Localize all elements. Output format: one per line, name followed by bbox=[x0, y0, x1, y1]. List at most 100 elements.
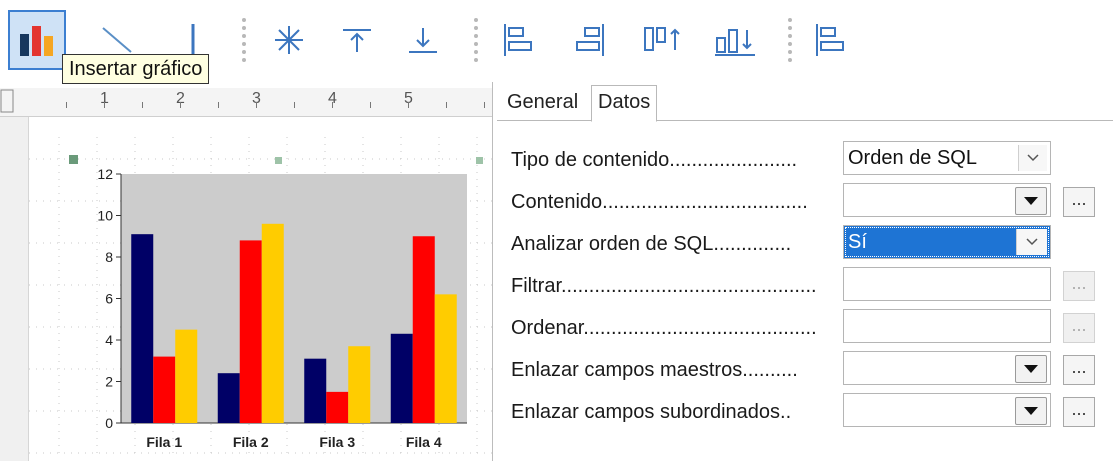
filter-label: Filtrar.................................… bbox=[511, 275, 817, 297]
chart-bar bbox=[261, 223, 284, 423]
chart-bar bbox=[239, 240, 262, 423]
ruler-tick bbox=[180, 102, 181, 108]
content-type-dropdown-button[interactable] bbox=[1018, 145, 1047, 171]
design-toolbar: Insertar gráfico bbox=[0, 0, 1113, 84]
ruler-tick bbox=[408, 102, 409, 108]
y-tick-label: 12 bbox=[97, 166, 113, 182]
filter-input[interactable] bbox=[843, 267, 1051, 301]
link-master-fields-ellipsis-button[interactable]: ... bbox=[1063, 355, 1095, 385]
link-slave-fields-ellipsis-button[interactable]: ... bbox=[1063, 397, 1095, 427]
toolbar-separator bbox=[474, 18, 482, 62]
triangle-down-icon bbox=[1024, 407, 1038, 415]
align-right-button[interactable] bbox=[560, 10, 618, 70]
toolbar-separator bbox=[788, 18, 796, 62]
analyze-sql-value: Sí bbox=[848, 231, 867, 253]
align-to-top-icon bbox=[644, 27, 680, 51]
align-right-icon bbox=[576, 24, 604, 56]
chevron-down-icon bbox=[1027, 154, 1039, 162]
ruler-tick bbox=[370, 102, 371, 108]
ruler-tick bbox=[484, 102, 485, 108]
chart-bar bbox=[348, 346, 371, 423]
y-tick-label: 0 bbox=[105, 415, 113, 431]
content-type-dropdown[interactable]: Orden de SQL bbox=[843, 141, 1051, 175]
tab-general[interactable]: General bbox=[501, 86, 584, 119]
selection-handle[interactable] bbox=[69, 155, 78, 164]
analyze-sql-dropdown-button[interactable] bbox=[1016, 229, 1047, 255]
y-tick-label: 6 bbox=[105, 291, 113, 307]
sort-ellipsis-button[interactable]: ... bbox=[1063, 313, 1095, 343]
link-master-fields-dropdown-button[interactable] bbox=[1015, 355, 1047, 383]
properties-tabs: General Datos bbox=[497, 82, 1113, 122]
link-slave-fields-combobox[interactable] bbox=[843, 393, 1051, 427]
align-bottom-button[interactable] bbox=[394, 10, 452, 70]
ruler-tick bbox=[256, 102, 257, 108]
link-slave-fields-label: Enlazar campos subordinados.. bbox=[511, 401, 792, 423]
chart-bar bbox=[131, 234, 154, 423]
chart-bar bbox=[175, 329, 198, 423]
content-type-row: Tipo de contenido.......................… bbox=[497, 139, 1113, 181]
content-ellipsis-button[interactable]: ... bbox=[1063, 187, 1095, 217]
x-tick-label: Fila 2 bbox=[233, 434, 269, 450]
filter-row: Filtrar.................................… bbox=[497, 265, 1113, 307]
horizontal-ruler[interactable]: 12345 bbox=[0, 88, 492, 117]
toolbar-separator bbox=[242, 18, 250, 62]
align-top-icon bbox=[343, 29, 371, 52]
report-page[interactable]: 0 2 4 6 8 10 12 Fila 1 Fila 2 Fila 3 Fila 4 bbox=[29, 117, 492, 461]
align-to-bottom-icon bbox=[715, 29, 755, 56]
triangle-down-icon bbox=[1024, 365, 1038, 373]
insert-chart-button[interactable] bbox=[8, 10, 66, 70]
link-slave-fields-dropdown-button[interactable] bbox=[1015, 397, 1047, 425]
panel-divider[interactable] bbox=[492, 82, 493, 461]
link-slave-fields-row: Enlazar campos subordinados.. ... bbox=[497, 391, 1113, 433]
chart-bar bbox=[304, 358, 327, 423]
align-to-top-button[interactable] bbox=[634, 10, 692, 70]
link-master-fields-label: Enlazar campos maestros.......... bbox=[511, 359, 798, 381]
align-left-2-button[interactable] bbox=[802, 10, 860, 70]
content-type-label: Tipo de contenido....................... bbox=[511, 149, 798, 171]
chart-bar bbox=[153, 356, 176, 423]
x-tick-label: Fila 3 bbox=[319, 434, 355, 450]
properties-panel: General Datos Tipo de contenido.........… bbox=[497, 82, 1113, 461]
chart-bar bbox=[412, 236, 435, 423]
y-tick-label: 10 bbox=[97, 208, 113, 224]
filter-ellipsis-button[interactable]: ... bbox=[1063, 271, 1095, 301]
analyze-sql-dropdown[interactable]: Sí bbox=[843, 225, 1051, 259]
align-left-button[interactable] bbox=[490, 10, 548, 70]
selection-handle[interactable] bbox=[476, 157, 483, 164]
sort-input[interactable] bbox=[843, 309, 1051, 343]
align-to-bottom-button[interactable] bbox=[706, 10, 764, 70]
chart-bar bbox=[390, 333, 413, 423]
chart-bar bbox=[326, 391, 349, 423]
content-combobox[interactable] bbox=[843, 183, 1051, 217]
align-left-icon bbox=[504, 24, 532, 56]
y-tick-label: 8 bbox=[105, 249, 113, 265]
tab-datos[interactable]: Datos bbox=[591, 85, 658, 122]
chart-bar bbox=[217, 373, 240, 423]
insert-chart-tooltip: Insertar gráfico bbox=[62, 54, 210, 84]
y-tick-label: 2 bbox=[105, 374, 113, 390]
ruler-tick bbox=[446, 102, 447, 108]
asterisk-button[interactable] bbox=[260, 10, 318, 70]
ruler-corner-icon bbox=[0, 89, 14, 113]
x-tick-label: Fila 4 bbox=[406, 434, 442, 450]
ruler-tick bbox=[66, 102, 67, 108]
link-master-fields-row: Enlazar campos maestros.......... ... bbox=[497, 349, 1113, 391]
vertical-ruler[interactable] bbox=[0, 117, 29, 461]
align-top-button[interactable] bbox=[328, 10, 386, 70]
bar-chart[interactable]: 0 2 4 6 8 10 12 Fila 1 Fila 2 Fila 3 Fila 4 bbox=[29, 117, 492, 461]
analyze-sql-row: Analizar orden de SQL.............. Sí bbox=[497, 223, 1113, 265]
y-tick-label: 4 bbox=[105, 332, 113, 348]
insert-chart-icon bbox=[20, 26, 53, 56]
content-dropdown-button[interactable] bbox=[1015, 187, 1047, 215]
align-left-2-icon bbox=[816, 24, 844, 56]
x-tick-label: Fila 1 bbox=[146, 434, 182, 450]
chart-bar bbox=[434, 294, 457, 423]
content-row: Contenido...............................… bbox=[497, 181, 1113, 223]
content-type-value: Orden de SQL bbox=[848, 147, 977, 169]
analyze-sql-label: Analizar orden de SQL.............. bbox=[511, 233, 792, 255]
selection-handle[interactable] bbox=[275, 157, 282, 164]
ruler-tick bbox=[218, 102, 219, 108]
link-master-fields-combobox[interactable] bbox=[843, 351, 1051, 385]
sort-label: Ordenar.................................… bbox=[511, 317, 817, 339]
content-label: Contenido...............................… bbox=[511, 191, 808, 213]
